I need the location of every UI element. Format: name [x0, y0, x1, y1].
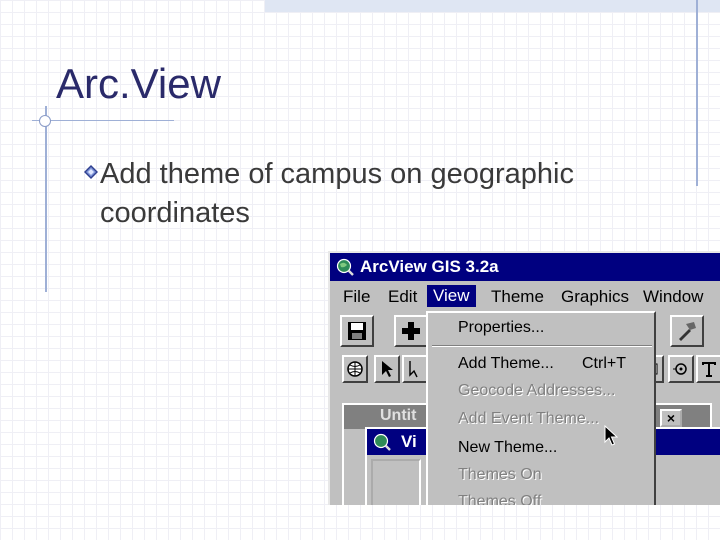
- view-menu-dropdown: Properties... Add Theme... Ctrl+T Geocod…: [426, 311, 656, 505]
- text-t-icon: [702, 362, 716, 377]
- slide-title: Arc.View: [56, 60, 221, 107]
- globe-magnifier-icon: [336, 258, 354, 276]
- decorative-left-line: [45, 106, 47, 292]
- identify-tool-button[interactable]: [342, 355, 368, 383]
- bullet-text: Add theme of campus on geographic coordi…: [100, 158, 574, 229]
- menu-item-themes-off[interactable]: Themes Off: [458, 493, 541, 505]
- decorative-title-underline: [32, 120, 174, 121]
- plus-icon: [402, 322, 420, 340]
- arcview-window: ArcView GIS 3.2a File Edit View Theme Gr…: [328, 251, 720, 505]
- pan-tool-button[interactable]: [668, 355, 694, 383]
- add-theme-shortcut: Ctrl+T: [582, 355, 626, 372]
- decorative-right-line: [696, 0, 698, 186]
- pointer-tool-button[interactable]: [374, 355, 400, 383]
- floppy-disk-icon: [348, 322, 366, 340]
- menu-item-themes-on[interactable]: Themes On: [458, 466, 542, 484]
- diamond-bullet-icon: [84, 165, 98, 179]
- vertex-pointer-icon: [409, 361, 418, 378]
- menu-item-geocode-addresses[interactable]: Geocode Addresses...: [458, 382, 615, 400]
- mouse-cursor-icon: [604, 425, 618, 446]
- circle-dot-icon: [673, 363, 687, 375]
- decorative-top-bar: [265, 0, 720, 12]
- menu-item-add-event-theme[interactable]: Add Event Theme...: [458, 410, 599, 428]
- menu-item-add-theme[interactable]: Add Theme...: [458, 355, 554, 373]
- app-title: ArcView GIS 3.2a: [360, 257, 499, 276]
- menu-file[interactable]: File: [343, 287, 370, 307]
- untitled-window-title: Untit: [380, 407, 417, 424]
- menu-view[interactable]: View: [427, 285, 476, 307]
- vertex-tool-button[interactable]: [402, 355, 428, 383]
- decorative-circle: [39, 115, 51, 127]
- menu-bar: File Edit View Theme Graphics Window: [330, 285, 720, 309]
- menu-graphics[interactable]: Graphics: [561, 287, 629, 307]
- hammer-icon: [679, 322, 696, 341]
- menu-theme[interactable]: Theme: [491, 287, 544, 307]
- menu-edit[interactable]: Edit: [388, 287, 417, 307]
- menu-separator: [432, 345, 652, 347]
- properties-tool-button[interactable]: [670, 315, 704, 347]
- arrow-pointer-icon: [382, 361, 393, 377]
- menu-window[interactable]: Window: [643, 287, 703, 307]
- app-title-bar[interactable]: ArcView GIS 3.2a: [330, 253, 720, 281]
- globe-icon: [347, 361, 363, 377]
- close-icon[interactable]: ×: [660, 409, 682, 427]
- text-tool-button[interactable]: [696, 355, 720, 383]
- menu-item-new-theme[interactable]: New Theme...: [458, 439, 557, 457]
- view-window-title: Vi: [401, 432, 417, 451]
- globe-magnifier-icon: [373, 433, 391, 451]
- save-button[interactable]: [340, 315, 374, 347]
- menu-item-properties[interactable]: Properties...: [458, 319, 544, 337]
- add-theme-button[interactable]: [394, 315, 428, 347]
- view-table-of-contents[interactable]: [371, 459, 421, 505]
